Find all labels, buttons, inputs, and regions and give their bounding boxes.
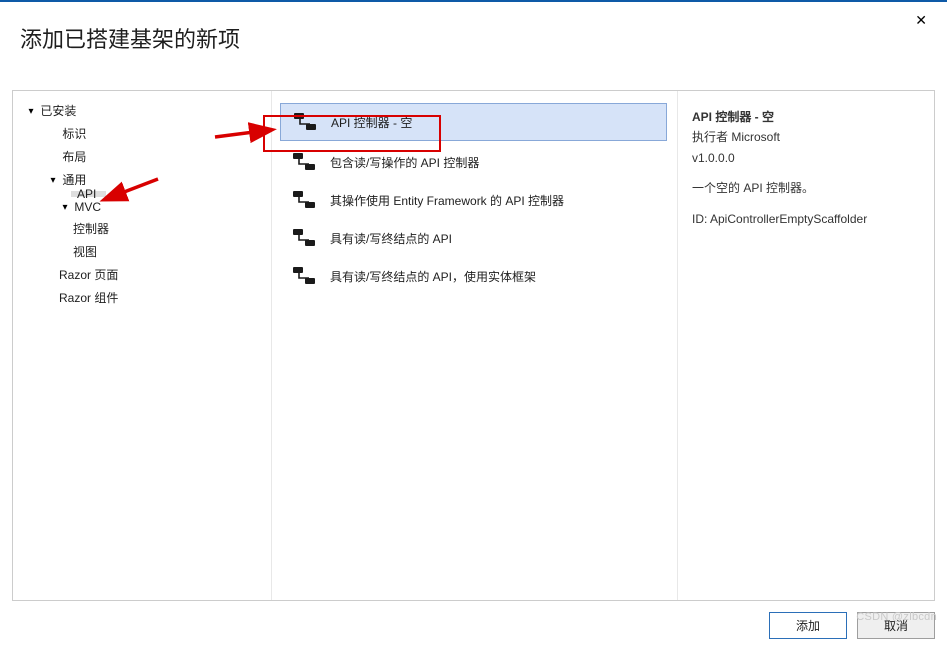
tree-item-api[interactable]: API [71,191,106,197]
tree-label: 标识 [62,127,86,141]
tree-item-razor-pages[interactable]: Razor 页面 [13,263,271,286]
details-publisher: 执行者 Microsoft [692,127,920,147]
tree-label: 控制器 [73,222,109,236]
tree-item-layout[interactable]: 布局 [13,145,271,168]
template-api-endpoints-rw[interactable]: 具有读/写终结点的 API [272,219,677,257]
tree-label: 视图 [73,245,97,259]
template-api-controller-ef[interactable]: 其操作使用 Entity Framework 的 API 控制器 [272,181,677,219]
dialog-title: 添加已搭建基架的新项 [0,2,947,78]
controller-icon [291,111,319,133]
tree-item-razor-components[interactable]: Razor 组件 [13,286,271,309]
controller-icon [290,189,318,211]
tree-label: Razor 组件 [59,291,118,305]
tree-item-view[interactable]: 视图 [13,240,271,263]
controller-icon [290,151,318,173]
tree-label: 通用 [62,173,86,187]
tree-label: Razor 页面 [59,268,118,282]
controller-icon [290,265,318,287]
close-button[interactable]: ✕ [907,8,935,33]
tree-item-identity[interactable]: 标识 [13,122,271,145]
template-list: API 控制器 - 空 包含读/写操作的 API 控制器 其操作使用 Entit… [271,91,678,600]
details-id: ID: ApiControllerEmptyScaffolder [692,209,920,229]
tree-root-installed[interactable]: ▾ 已安装 [13,99,271,122]
tree-label: 布局 [62,150,86,164]
template-api-controller-rw[interactable]: 包含读/写操作的 API 控制器 [272,143,677,181]
template-label: 其操作使用 Entity Framework 的 API 控制器 [330,192,564,209]
details-description: 一个空的 API 控制器。 [692,178,920,198]
template-label: 具有读/写终结点的 API，使用实体框架 [330,268,536,285]
template-api-endpoints-rw-ef[interactable]: 具有读/写终结点的 API，使用实体框架 [272,257,677,295]
template-label: API 控制器 - 空 [331,114,412,131]
category-tree: ▾ 已安装 标识 布局 ▾ 通用 API ▾ MVC [13,91,271,600]
tree-item-mvc[interactable]: ▾ MVC [13,197,271,217]
details-pane: API 控制器 - 空 执行者 Microsoft v1.0.0.0 一个空的 … [678,91,934,600]
details-title: API 控制器 - 空 [692,107,920,127]
template-label: 包含读/写操作的 API 控制器 [330,154,479,171]
template-api-controller-empty[interactable]: API 控制器 - 空 [280,103,667,141]
caret-down-icon: ▾ [25,106,37,117]
tree-label: API [77,187,96,201]
template-label: 具有读/写终结点的 API [330,230,452,247]
close-icon: ✕ [915,12,927,28]
caret-down-icon: ▾ [59,202,71,213]
details-version: v1.0.0.0 [692,148,920,168]
content-area: ▾ 已安装 标识 布局 ▾ 通用 API ▾ MVC [12,90,935,601]
tree-label: MVC [74,200,101,214]
watermark-text: CSDN @zlbcdn [856,611,937,623]
tree-item-common[interactable]: ▾ 通用 [13,168,271,191]
add-button[interactable]: 添加 [769,612,847,639]
caret-down-icon: ▾ [47,175,59,186]
scaffold-dialog: ✕ 添加已搭建基架的新项 ▾ 已安装 标识 布局 ▾ 通用 A [0,0,947,651]
tree-label: 已安装 [40,104,76,118]
tree-item-controller[interactable]: 控制器 [13,217,271,240]
controller-icon [290,227,318,249]
